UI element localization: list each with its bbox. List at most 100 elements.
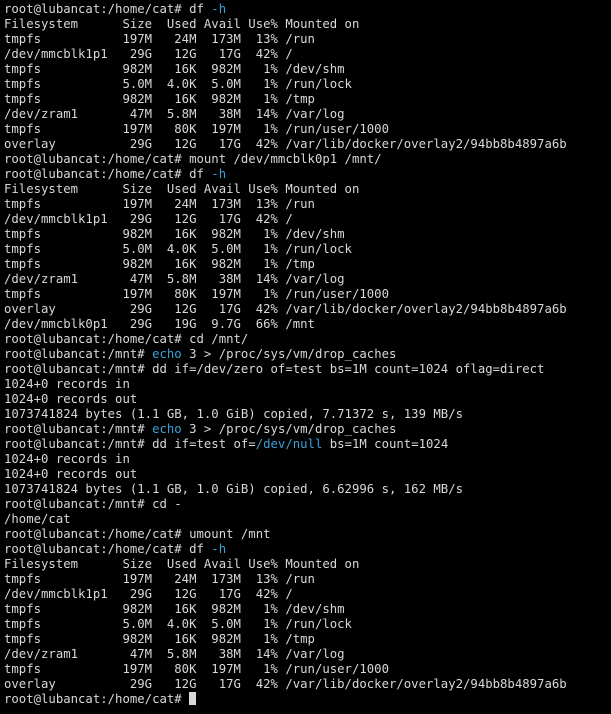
line-text: root@lubancat:/home/cat# umount /mnt	[4, 527, 271, 541]
terminal-line: tmpfs 197M 80K 197M 1% /run/user/1000	[4, 287, 611, 302]
line-text: root@lubancat:/home/cat# mount /dev/mmcb…	[4, 152, 382, 166]
line-text: /dev/zram1 47M 5.8M 38M 14% /var/log	[4, 647, 345, 661]
line-text: 1024+0 records out	[4, 392, 138, 406]
terminal-line: 1024+0 records out	[4, 392, 611, 407]
terminal-line: root@lubancat:/home/cat# df -h	[4, 2, 611, 17]
terminal-line: tmpfs 197M 80K 197M 1% /run/user/1000	[4, 122, 611, 137]
line-text: tmpfs 5.0M 4.0K 5.0M 1% /run/lock	[4, 242, 352, 256]
terminal-line: 1073741824 bytes (1.1 GB, 1.0 GiB) copie…	[4, 482, 611, 497]
terminal-line: overlay 29G 12G 17G 42% /var/lib/docker/…	[4, 137, 611, 152]
terminal-line: 1024+0 records in	[4, 452, 611, 467]
line-text: 1024+0 records in	[4, 452, 130, 466]
terminal-line: tmpfs 982M 16K 982M 1% /dev/shm	[4, 62, 611, 77]
line-text: root@lubancat:/mnt#	[4, 422, 153, 436]
terminal-line: /dev/mmcblk1p1 29G 12G 17G 42% /	[4, 212, 611, 227]
line-text: 1073741824 bytes (1.1 GB, 1.0 GiB) copie…	[4, 482, 464, 496]
line-text: /dev/mmcblk1p1 29G 12G 17G 42% /	[4, 47, 293, 61]
terminal-line: /home/cat	[4, 512, 611, 527]
terminal-line: Filesystem Size Used Avail Use% Mounted …	[4, 17, 611, 32]
terminal-line: /dev/zram1 47M 5.8M 38M 14% /var/log	[4, 107, 611, 122]
terminal-line: /dev/mmcblk1p1 29G 12G 17G 42% /	[4, 47, 611, 62]
terminal-line: tmpfs 5.0M 4.0K 5.0M 1% /run/lock	[4, 242, 611, 257]
terminal-line: root@lubancat:/home/cat# df -h	[4, 542, 611, 557]
line-text: tmpfs 197M 24M 173M 13% /run	[4, 197, 315, 211]
line-text: tmpfs 197M 24M 173M 13% /run	[4, 32, 315, 46]
line-text: root@lubancat:/home/cat# cd /mnt/	[4, 332, 249, 346]
highlighted-token: echo	[152, 347, 182, 361]
line-text: overlay 29G 12G 17G 42% /var/lib/docker/…	[4, 137, 567, 151]
line-text: root@lubancat:/mnt#	[4, 347, 153, 361]
line-text: tmpfs 5.0M 4.0K 5.0M 1% /run/lock	[4, 77, 352, 91]
terminal-line: root@lubancat:/mnt# dd if=/dev/zero of=t…	[4, 362, 611, 377]
line-text: 3 > /proc/sys/vm/drop_caches	[181, 422, 397, 436]
terminal-line: root@lubancat:/mnt# echo 3 > /proc/sys/v…	[4, 347, 611, 362]
line-text: 1024+0 records out	[4, 467, 138, 481]
line-text: /dev/mmcblk1p1 29G 12G 17G 42% /	[4, 212, 293, 226]
line-text: tmpfs 982M 16K 982M 1% /tmp	[4, 632, 315, 646]
highlighted-token: -h	[211, 167, 227, 181]
highlighted-token: -h	[211, 542, 227, 556]
terminal-line: 1024+0 records in	[4, 377, 611, 392]
line-text: tmpfs 982M 16K 982M 1% /dev/shm	[4, 227, 345, 241]
line-text: /dev/zram1 47M 5.8M 38M 14% /var/log	[4, 272, 345, 286]
terminal-line: tmpfs 197M 24M 173M 13% /run	[4, 197, 611, 212]
terminal-line: root@lubancat:/home/cat# umount /mnt	[4, 527, 611, 542]
line-text: root@lubancat:/home/cat#	[4, 692, 190, 706]
line-text: tmpfs 5.0M 4.0K 5.0M 1% /run/lock	[4, 617, 352, 631]
line-text: bs=1M count=1024	[322, 437, 449, 451]
line-text: root@lubancat:/mnt# cd -	[4, 497, 182, 511]
line-text: root@lubancat:/home/cat# df	[4, 167, 212, 181]
highlighted-token: -h	[211, 2, 227, 16]
terminal-line: tmpfs 982M 16K 982M 1% /tmp	[4, 92, 611, 107]
line-text: root@lubancat:/mnt# dd if=/dev/zero of=t…	[4, 362, 545, 376]
line-text: overlay 29G 12G 17G 42% /var/lib/docker/…	[4, 677, 567, 691]
terminal-line: tmpfs 5.0M 4.0K 5.0M 1% /run/lock	[4, 617, 611, 632]
line-text: 1024+0 records in	[4, 377, 130, 391]
line-text: tmpfs 197M 24M 173M 13% /run	[4, 572, 315, 586]
line-text: /dev/mmcblk1p1 29G 12G 17G 42% /	[4, 587, 293, 601]
highlighted-token: echo	[152, 422, 182, 436]
line-text: tmpfs 197M 80K 197M 1% /run/user/1000	[4, 287, 389, 301]
terminal-output[interactable]: root@lubancat:/home/cat# df -h Filesystem…	[4, 2, 611, 714]
terminal-line: tmpfs 982M 16K 982M 1% /tmp	[4, 257, 611, 272]
terminal-line: tmpfs 982M 16K 982M 1% /dev/shm	[4, 227, 611, 242]
line-text: Filesystem Size Used Avail Use% Mounted …	[4, 182, 360, 196]
line-text: /dev/zram1 47M 5.8M 38M 14% /var/log	[4, 107, 345, 121]
terminal-line: /dev/zram1 47M 5.8M 38M 14% /var/log	[4, 647, 611, 662]
line-text: root@lubancat:/home/cat# df	[4, 542, 212, 556]
text-cursor	[189, 692, 197, 705]
line-text: tmpfs 197M 80K 197M 1% /run/user/1000	[4, 662, 389, 676]
line-text: tmpfs 197M 80K 197M 1% /run/user/1000	[4, 122, 389, 136]
line-text: tmpfs 982M 16K 982M 1% /dev/shm	[4, 62, 345, 76]
terminal-line: root@lubancat:/home/cat# mount /dev/mmcb…	[4, 152, 611, 167]
line-text: Filesystem Size Used Avail Use% Mounted …	[4, 557, 360, 571]
terminal-line: /dev/mmcblk1p1 29G 12G 17G 42% /	[4, 587, 611, 602]
terminal-line: Filesystem Size Used Avail Use% Mounted …	[4, 557, 611, 572]
terminal-line: 1024+0 records out	[4, 467, 611, 482]
terminal-line: tmpfs 5.0M 4.0K 5.0M 1% /run/lock	[4, 77, 611, 92]
terminal-line: overlay 29G 12G 17G 42% /var/lib/docker/…	[4, 677, 611, 692]
terminal-line: 1073741824 bytes (1.1 GB, 1.0 GiB) copie…	[4, 407, 611, 422]
line-text: root@lubancat:/home/cat# df	[4, 2, 212, 16]
terminal-line: tmpfs 197M 24M 173M 13% /run	[4, 32, 611, 47]
terminal-line: tmpfs 982M 16K 982M 1% /tmp	[4, 632, 611, 647]
line-text: tmpfs 982M 16K 982M 1% /tmp	[4, 257, 315, 271]
line-text: 1073741824 bytes (1.1 GB, 1.0 GiB) copie…	[4, 407, 464, 421]
line-text: tmpfs 982M 16K 982M 1% /dev/shm	[4, 602, 345, 616]
terminal-line: /dev/mmcblk0p1 29G 19G 9.7G 66% /mnt	[4, 317, 611, 332]
terminal-line: root@lubancat:/mnt# cd -	[4, 497, 611, 512]
highlighted-token: /dev/null	[255, 437, 323, 451]
line-text: tmpfs 982M 16K 982M 1% /tmp	[4, 92, 315, 106]
terminal-line: overlay 29G 12G 17G 42% /var/lib/docker/…	[4, 302, 611, 317]
terminal-line: tmpfs 197M 80K 197M 1% /run/user/1000	[4, 662, 611, 677]
terminal-line: Filesystem Size Used Avail Use% Mounted …	[4, 182, 611, 197]
terminal-line: root@lubancat:/mnt# dd if=test of=/dev/n…	[4, 437, 611, 452]
line-text: /home/cat	[4, 512, 71, 526]
line-text: overlay 29G 12G 17G 42% /var/lib/docker/…	[4, 302, 567, 316]
line-text: root@lubancat:/mnt# dd if=test of=	[4, 437, 256, 451]
terminal-line: root@lubancat:/mnt# echo 3 > /proc/sys/v…	[4, 422, 611, 437]
line-text: Filesystem Size Used Avail Use% Mounted …	[4, 17, 360, 31]
terminal-line: root@lubancat:/home/cat# df -h	[4, 167, 611, 182]
terminal-line: /dev/zram1 47M 5.8M 38M 14% /var/log	[4, 272, 611, 287]
terminal-line: tmpfs 197M 24M 173M 13% /run	[4, 572, 611, 587]
